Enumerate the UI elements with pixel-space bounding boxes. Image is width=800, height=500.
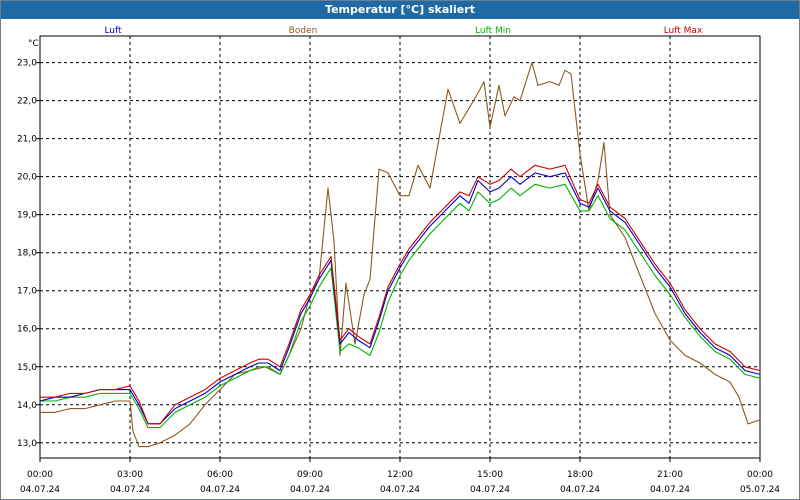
x-tick-time-label: 21:00 [657, 470, 683, 480]
x-tick-time-label: 15:00 [477, 470, 503, 480]
x-axis: 00:00 04.07.24 03:00 04.07.24 06:00 04.07.24 0… [20, 458, 780, 495]
x-tick-date-label: 04.07.24 [650, 485, 690, 495]
x-tick-time-label: 12:00 [387, 470, 413, 480]
x-tick-time-label: 09:00 [297, 470, 323, 480]
legend-label-luft-min: Luft Min [475, 26, 511, 36]
x-tick-date-label: 04.07.24 [470, 485, 510, 495]
x-tick-time-label: 00:00 [747, 470, 773, 480]
x-tick-time-label: 03:00 [117, 470, 143, 480]
y-tick-label: 14,0 [17, 401, 37, 411]
y-tick-label: 17,0 [17, 287, 37, 297]
x-tick-date-label: 04.07.24 [200, 485, 240, 495]
x-tick-time-label: 18:00 [567, 470, 593, 480]
x-tick-date-label: 04.07.24 [20, 485, 60, 495]
x-tick-time-label: 00:00 [27, 470, 53, 480]
y-tick-label: 19,0 [17, 211, 37, 221]
x-tick-time-label: 06:00 [207, 470, 233, 480]
y-axis: 13,0 14,0 15,0 16,0 17,0 18,0 19,0 20,0 21,0 22,0… [17, 59, 40, 449]
y-tick-label: 20,0 [17, 173, 37, 183]
y-tick-label: 22,0 [17, 97, 37, 107]
legend-label-boden: Boden [289, 26, 318, 36]
legend: Luft Boden Luft Min Luft Max [104, 26, 703, 36]
y-tick-label: 21,0 [17, 135, 37, 145]
x-tick-date-label: 05.07.24 [740, 485, 780, 495]
legend-label-luft-max: Luft Max [664, 26, 703, 36]
x-tick-date-label: 04.07.24 [380, 485, 420, 495]
y-tick-label: 15,0 [17, 363, 37, 373]
x-tick-date-label: 04.07.24 [110, 485, 150, 495]
y-tick-label: 18,0 [17, 249, 37, 259]
temperature-chart: 13,0 14,0 15,0 16,0 17,0 18,0 19,0 20,0 21,0 22,0… [17, 26, 780, 495]
y-tick-label: 16,0 [17, 325, 37, 335]
y-tick-label: 13,0 [17, 439, 37, 449]
x-tick-date-label: 04.07.24 [560, 485, 600, 495]
y-axis-label: °C [28, 39, 39, 49]
x-tick-date-label: 04.07.24 [290, 485, 330, 495]
y-tick-label: 23,0 [17, 59, 37, 69]
legend-label-luft: Luft [104, 26, 122, 36]
